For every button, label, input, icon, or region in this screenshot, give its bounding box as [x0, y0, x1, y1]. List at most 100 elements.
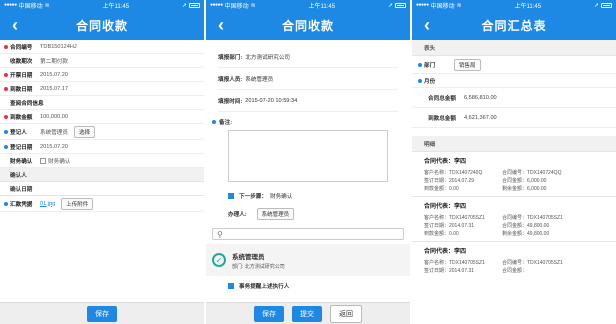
signal-icon: ●●●●● [210, 2, 223, 8]
status-bar: ●●●●● 中国移动 ≋ 上午11:45 ➚ [412, 0, 616, 10]
bottom-bar: 保存 提交 返回 [206, 302, 410, 324]
select-button[interactable]: 选择 [73, 125, 95, 138]
back-button[interactable]: 返回 [330, 304, 362, 323]
submit-button[interactable]: 提交 [292, 305, 322, 322]
confirmer-section: 确认人 [0, 168, 204, 182]
total-value: 6,586,810.00 [464, 94, 497, 101]
back-chevron-icon[interactable]: ‹ [424, 14, 430, 36]
installment-value: 第二期付款 [40, 58, 68, 65]
remark-textarea[interactable] [228, 130, 388, 182]
search-input[interactable]: ⚲ [212, 228, 404, 240]
handler-row: 办理人: 系统管理员 [206, 200, 410, 220]
row-receipt-date[interactable]: 到款日期 2015.07.17 [0, 82, 204, 96]
battery-icon [394, 2, 406, 8]
register-date-value: 2015.07.20 [40, 143, 68, 150]
user-option[interactable]: ✓ 系统管理员 部门: 北方测试研究公司 [206, 244, 410, 276]
reporter-label: 填报人员: [218, 76, 243, 83]
spacer-dot [4, 159, 8, 163]
field-label: 开票日期 [10, 72, 33, 79]
card-customer: 客户名称：TDX140705SZ1 [424, 259, 485, 266]
screen-contract-summary: ●●●●● 中国移动 ≋ 上午11:45 ➚ ‹ 合同汇总表 表头 部门 销售局 月份… [412, 0, 616, 324]
row-remittance: 汇款凭据 01.jpg 上传附件 [0, 196, 204, 212]
contract-card[interactable]: 合同代表：李四 客户名称：TDX140705SZ1 合同编号：TDX140705S… [412, 197, 616, 242]
finance-confirm-checkbox-label: 财务确认 [48, 158, 71, 165]
wifi-icon: ≋ [44, 2, 50, 9]
location-icon: ➚ [387, 2, 393, 9]
row-installment[interactable]: 收款期次 第二期付款 [0, 54, 204, 68]
field-label: 到款日期 [10, 86, 33, 93]
card-amount: 合同金额：6,000.00 [502, 177, 547, 184]
report-dept-line: 填报部门: 北方测试研究公司 [218, 46, 398, 68]
user-dept-label: 部门: [232, 263, 244, 270]
contract-card[interactable]: 合同代表：李四 客户名称：TDX140705SZ1 合同编号：TDX140705S… [412, 242, 616, 278]
signal-icon: ●●●●● [4, 2, 17, 8]
required-dot [4, 114, 8, 119]
upload-button[interactable]: 上传附件 [61, 197, 94, 210]
card-title: 合同代表：李四 [424, 159, 467, 165]
registrar-value: 系统管理员 [40, 129, 68, 136]
received-amount-row: 到款总金额 4,621,367.00 [412, 108, 616, 128]
row-register-date[interactable]: 登记日期 2015.07.20 [0, 140, 204, 154]
dept-select-button[interactable]: 销售局 [454, 58, 481, 71]
row-view-contract[interactable]: 查阅合同信息 [0, 96, 204, 110]
next-step-checkbox[interactable] [228, 193, 234, 199]
back-chevron-icon[interactable]: ‹ [218, 14, 224, 36]
page-title: 合同收款 [281, 18, 334, 33]
remit-file-link[interactable]: 01.jpg [40, 201, 55, 207]
next-step-value: 财务确认 [269, 194, 293, 200]
card-title: 合同代表：李四 [424, 249, 467, 255]
battery-icon [188, 2, 200, 8]
card-remain: 剩余金额：49,800.00 [502, 230, 550, 237]
dept-row: 部门 销售局 [412, 56, 616, 74]
handler-button[interactable]: 系统管理员 [256, 208, 295, 220]
location-icon: ➚ [593, 2, 599, 9]
nav-bar: ‹ 合同收款 [206, 10, 410, 40]
remind-checkbox[interactable] [228, 283, 234, 289]
amount-value: 100,000.00 [40, 113, 68, 120]
dept-label: 填报部门: [218, 54, 243, 61]
info-dot [418, 78, 422, 83]
user-name: 系统管理员 [232, 253, 265, 261]
field-label: 收款期次 [10, 58, 33, 65]
remark-label-row: 备注: [206, 112, 410, 126]
info-dot [4, 129, 8, 134]
received-label: 到款总金额 [428, 115, 456, 122]
remark-label: 备注: [219, 120, 233, 126]
wifi-icon: ≋ [250, 2, 256, 9]
screen-contract-payment-submit: ●●●●● 中国移动 ≋ 上午11:45 ➚ ‹ 合同收款 填报部门: 北方测试研究公… [206, 0, 410, 324]
row-invoice-date[interactable]: 开票日期 2015.07.20 [0, 68, 204, 82]
field-label: 查阅合同信息 [10, 100, 44, 107]
carrier-label: 中国移动 [224, 3, 249, 10]
month-label: 月份 [424, 78, 436, 85]
handler-label: 办理人: [228, 212, 247, 218]
row-amount[interactable]: 到款金额 100,000.00 [0, 110, 204, 124]
header-group: 表头 [412, 40, 616, 56]
field-label: 汇款凭据 [10, 201, 33, 208]
field-label: 登记日期 [10, 144, 33, 151]
info-dot [4, 201, 8, 206]
card-customer: 客户名称：TDX1407240Q [424, 169, 483, 176]
back-chevron-icon[interactable]: ‹ [12, 14, 18, 36]
save-button[interactable]: 保存 [254, 305, 284, 322]
save-button[interactable]: 保存 [87, 305, 117, 322]
received-value: 4,621,367.00 [464, 114, 497, 121]
info-dot [418, 62, 422, 67]
dept-label: 部门 [424, 62, 436, 69]
spacer-dot [4, 59, 8, 63]
clock: 上午11:45 [102, 3, 130, 10]
finance-confirm-checkbox[interactable] [40, 157, 46, 164]
page-title: 合同汇总表 [481, 18, 547, 33]
month-row[interactable]: 月份 [412, 74, 616, 88]
field-label: 财务确认 [10, 158, 33, 165]
dept-value: 北方测试研究公司 [245, 54, 291, 61]
field-label: 登记人 [10, 129, 27, 136]
wifi-icon: ≋ [456, 2, 462, 9]
card-customer: 客户名称：TDX140705SZ1 [424, 214, 485, 221]
row-contract-no[interactable]: 合同编号 TDB150124HJ [0, 40, 204, 54]
card-contract-no: 合同编号：TDX140705SZ1 [502, 214, 563, 221]
card-amount: 合同金额： [502, 267, 528, 274]
card-contract-no: 合同编号：TDX140724QQ [502, 169, 562, 176]
report-time-line: 填报时间: 2015-07-20 10:59:34 [218, 90, 398, 112]
contract-card[interactable]: 合同代表：李四 客户名称：TDX1407240Q 合同编号：TDX140724QQ… [412, 152, 616, 197]
remind-label: 事务提醒上述执行人 [239, 284, 290, 290]
